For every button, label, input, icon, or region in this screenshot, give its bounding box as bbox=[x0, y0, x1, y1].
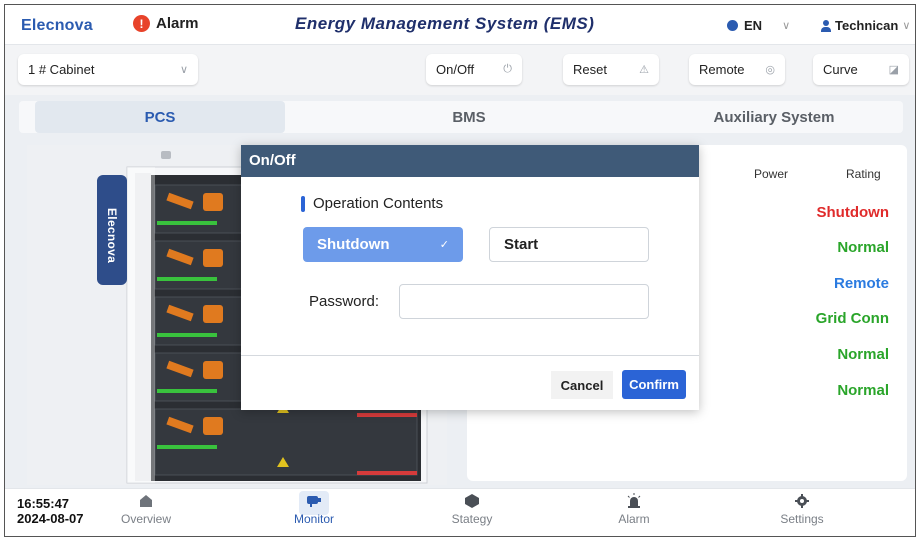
nav-settings[interactable]: Settings bbox=[757, 493, 847, 526]
nav-monitor[interactable]: Monitor bbox=[269, 491, 359, 526]
remote-button[interactable]: Remote ◎ bbox=[689, 54, 785, 85]
reset-button[interactable]: Reset ⚠ bbox=[563, 54, 659, 85]
nav-strategy[interactable]: Stategy bbox=[427, 493, 517, 526]
section-title-text: Operation Contents bbox=[313, 195, 444, 212]
password-field[interactable] bbox=[399, 284, 649, 319]
reset-button-label: Reset bbox=[573, 62, 607, 77]
chevron-down-icon: ∨ bbox=[782, 20, 791, 32]
language-label: EN bbox=[744, 18, 763, 33]
status-value: Normal bbox=[837, 239, 889, 256]
onoff-dialog: On/Off Operation Contents Shutdown ✓ Sta… bbox=[241, 145, 699, 410]
user-menu[interactable]: Technican ∨ bbox=[821, 18, 910, 33]
toolbar: 1 # Cabinet ∨ On/Off ⏻ Reset ⚠ Remote ◎ … bbox=[5, 45, 915, 95]
brand-logo: Elecnova bbox=[21, 17, 93, 34]
operation-contents-heading: Operation Contents bbox=[301, 195, 443, 212]
cabinet-select-value: 1 # Cabinet bbox=[28, 62, 95, 77]
column-header-rating: Rating bbox=[846, 167, 881, 181]
dialog-title: On/Off bbox=[241, 145, 699, 177]
cabinet-brand-tag: Elecnova bbox=[97, 181, 127, 291]
remote-button-label: Remote bbox=[699, 62, 745, 77]
nav-label: Monitor bbox=[293, 512, 334, 526]
language-selector[interactable]: EN ∨ bbox=[727, 18, 790, 33]
status-value: Normal bbox=[837, 382, 889, 399]
tab-pcs[interactable]: PCS bbox=[35, 101, 285, 133]
status-value: Grid Conn bbox=[815, 310, 889, 327]
column-header-power: Power bbox=[754, 167, 789, 181]
nav-label: Overview bbox=[120, 512, 171, 526]
chevron-down-icon: ∨ bbox=[902, 20, 911, 32]
cancel-button[interactable]: Cancel bbox=[551, 371, 613, 399]
confirm-button[interactable]: Confirm bbox=[622, 370, 686, 399]
power-icon: ⏻ bbox=[503, 63, 512, 75]
status-value: Normal bbox=[837, 346, 889, 363]
clock-date: 2024-08-07 bbox=[17, 511, 84, 526]
alarm-icon: ! bbox=[133, 15, 150, 32]
cabinet-brand-text: Elecnova bbox=[105, 208, 119, 264]
app-title: Energy Management System (EMS) bbox=[295, 14, 595, 33]
onoff-button[interactable]: On/Off ⏻ bbox=[426, 54, 522, 85]
curve-button[interactable]: Curve ◪ bbox=[813, 54, 909, 85]
onoff-button-label: On/Off bbox=[436, 62, 475, 77]
status-value: Shutdown bbox=[816, 204, 889, 221]
chart-icon: ◪ bbox=[888, 64, 899, 76]
subsystem-tabs: PCS BMS Auxiliary System bbox=[19, 101, 903, 133]
cabinet-select[interactable]: 1 # Cabinet ∨ bbox=[18, 54, 198, 85]
user-icon bbox=[821, 19, 831, 32]
nav-label: Alarm bbox=[618, 512, 650, 526]
nav-label: Stategy bbox=[451, 512, 493, 526]
shutdown-option-label: Shutdown bbox=[317, 236, 390, 253]
user-name: Technican bbox=[835, 18, 899, 33]
tab-auxiliary-system[interactable]: Auxiliary System bbox=[659, 101, 889, 133]
section-marker bbox=[301, 195, 305, 212]
gear-icon bbox=[795, 494, 809, 508]
status-value: Remote bbox=[833, 275, 889, 292]
alarm-indicator[interactable]: ! Alarm bbox=[133, 15, 199, 32]
dialog-divider bbox=[241, 355, 699, 356]
nav-label: Settings bbox=[780, 512, 824, 526]
warning-icon: ⚠ bbox=[639, 64, 649, 76]
alarm-light-icon bbox=[627, 493, 641, 508]
tab-bms[interactable]: BMS bbox=[339, 101, 599, 133]
alarm-label: Alarm bbox=[156, 15, 199, 32]
start-option[interactable]: Start bbox=[489, 227, 649, 262]
password-label: Password: bbox=[309, 293, 380, 310]
shutdown-option[interactable]: Shutdown ✓ bbox=[303, 227, 463, 262]
globe-icon bbox=[727, 20, 738, 31]
remote-icon: ◎ bbox=[765, 64, 775, 76]
bottom-nav-bar: 16:55:47 2024-08-07 Overview Monitor Sta… bbox=[5, 488, 915, 536]
app-window: Elecnova ! Alarm Energy Management Syste… bbox=[4, 4, 916, 537]
clock: 16:55:47 2024-08-07 bbox=[17, 496, 84, 526]
monitor-icon bbox=[307, 496, 321, 507]
nav-alarm[interactable]: Alarm bbox=[589, 493, 679, 526]
start-option-label: Start bbox=[504, 236, 539, 253]
top-header: Elecnova ! Alarm Energy Management Syste… bbox=[5, 5, 915, 45]
strategy-icon bbox=[465, 494, 479, 508]
clock-time: 16:55:47 bbox=[17, 496, 70, 511]
curve-button-label: Curve bbox=[823, 62, 858, 77]
home-icon bbox=[140, 495, 152, 507]
chevron-down-icon: ∨ bbox=[179, 64, 188, 76]
nav-overview[interactable]: Overview bbox=[101, 493, 191, 526]
check-icon: ✓ bbox=[439, 239, 449, 251]
